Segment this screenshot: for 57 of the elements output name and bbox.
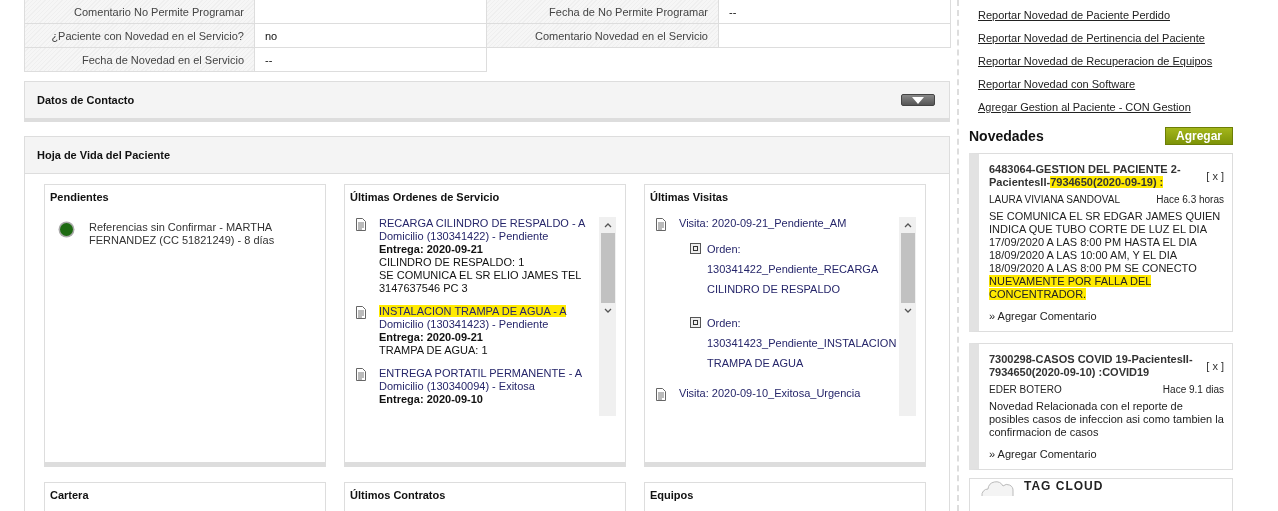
document-icon: [355, 218, 367, 231]
action-link[interactable]: Reportar Novedad con Software: [978, 73, 1233, 96]
news-time: Hace 6.3 horas: [1156, 193, 1224, 206]
document-icon: [655, 388, 667, 401]
box-title: Cartera: [49, 488, 90, 503]
visit-title[interactable]: Visita: 2020-09-21_Pendiente_AM: [679, 217, 847, 231]
box-title: Equipos: [649, 488, 695, 503]
document-icon: [655, 218, 667, 231]
section-title: Novedades: [969, 128, 1044, 144]
news-time: Hace 9.1 dias: [1162, 383, 1224, 396]
action-link[interactable]: Reportar Novedad de Pertinencia del Paciente: [978, 27, 1233, 50]
box-title: Últimas Ordenes de Servicio: [349, 190, 501, 205]
action-link[interactable]: Agregar Gestion al Paciente - CON Gestion: [978, 96, 1233, 119]
delivery-date: Entrega: 2020-09-21: [379, 331, 484, 344]
triangle-icon: [912, 96, 924, 104]
panel-title: TAG CLOUD: [1024, 480, 1104, 493]
order-icon: [690, 317, 701, 328]
order-detail: CILINDRO DE RESPALDO: 1: [379, 256, 526, 269]
delivery-date: Entrega: 2020-09-10: [379, 393, 484, 406]
close-button[interactable]: [ x ]: [1206, 353, 1224, 379]
order-detail: TRAMPA DE AGUA: 1: [379, 344, 489, 357]
news-title: 7300298-CASOS COVID 19-PacientesII-7934650(2020-09-10) :COVID19: [989, 353, 1194, 379]
field-value: --: [255, 48, 487, 72]
panel-title: Datos de Contacto: [37, 94, 135, 106]
add-comment-link[interactable]: » Agregar Comentario: [989, 310, 1097, 323]
action-link[interactable]: Reportar Novedad de Recuperacion de Equipos: [978, 50, 1233, 73]
news-author: EDER BOTERO: [989, 383, 1062, 396]
visit-title[interactable]: Visita: 2020-09-10_Exitosa_Urgencia: [679, 387, 861, 401]
box-title: Últimas Visitas: [649, 190, 730, 205]
add-comment-link[interactable]: » Agregar Comentario: [989, 448, 1097, 461]
field-label: Fecha de No Permite Programar: [487, 0, 719, 24]
scrollbar[interactable]: [899, 217, 916, 416]
document-icon: [355, 368, 367, 381]
visit-order[interactable]: Orden: 130341422_Pendiente_RECARGA CILINDRO DE RESPALDO: [707, 239, 892, 299]
delivery-date: Entrega: 2020-09-21: [379, 243, 484, 256]
news-author: LAURA VIVIANA SANDOVAL: [989, 193, 1120, 206]
field-label: Fecha de Novedad en el Servicio: [25, 48, 255, 72]
pending-text: Referencias sin Confirmar - MARTHA FERNANDEZ (CC 51821249) - 8 días: [89, 221, 276, 247]
field-label: ¿Paciente con Novedad en el Servicio?: [25, 24, 255, 48]
box-title: Pendientes: [49, 190, 110, 205]
close-button[interactable]: [ x ]: [1206, 163, 1224, 189]
action-link[interactable]: Reportar Novedad de Paciente Perdido: [978, 4, 1233, 27]
expand-button[interactable]: [901, 94, 935, 106]
order-title[interactable]: RECARGA CILINDRO DE RESPALDO - A Domicilio (130341422) - Pendiente: [379, 217, 599, 243]
field-value: --: [719, 0, 951, 24]
field-label: Comentario Novedad en el Servicio: [487, 24, 719, 48]
field-value: no: [255, 24, 487, 48]
panel-title: Hoja de Vida del Paciente: [37, 149, 171, 161]
news-body: SE COMUNICA EL SR EDGAR JAMES QUIEN INDICA QUE TUBO CORTE DE LUZ EL DIA 17/09/2020 A LAS 8:00 PM HASTA EL DIA 18/09/2020 A LAS 10:00 AM, Y EL DIA 18/09/2020 A LAS 8:00 PM SE CONECTO NUEVAMENTE POR FALLA DEL CONCENTRADOR.: [989, 210, 1222, 301]
news-body: Novedad Relacionada con el reporte de posibles casos de infeccion asi como tambien la confirmacion de casos: [989, 400, 1224, 439]
order-detail: SE COMUNICA EL SR ELIO JAMES TEL 3147637546 PC 3: [379, 269, 582, 295]
box-title: Últimos Contratos: [349, 488, 447, 503]
scrollbar[interactable]: [599, 217, 616, 416]
order-title[interactable]: ENTREGA PORTATIL PERMANENTE - A Domicilio (130340094) - Exitosa: [379, 367, 599, 393]
field-label: Comentario No Permite Programar: [25, 0, 255, 24]
order-icon: [690, 243, 701, 254]
document-icon: [355, 306, 367, 319]
